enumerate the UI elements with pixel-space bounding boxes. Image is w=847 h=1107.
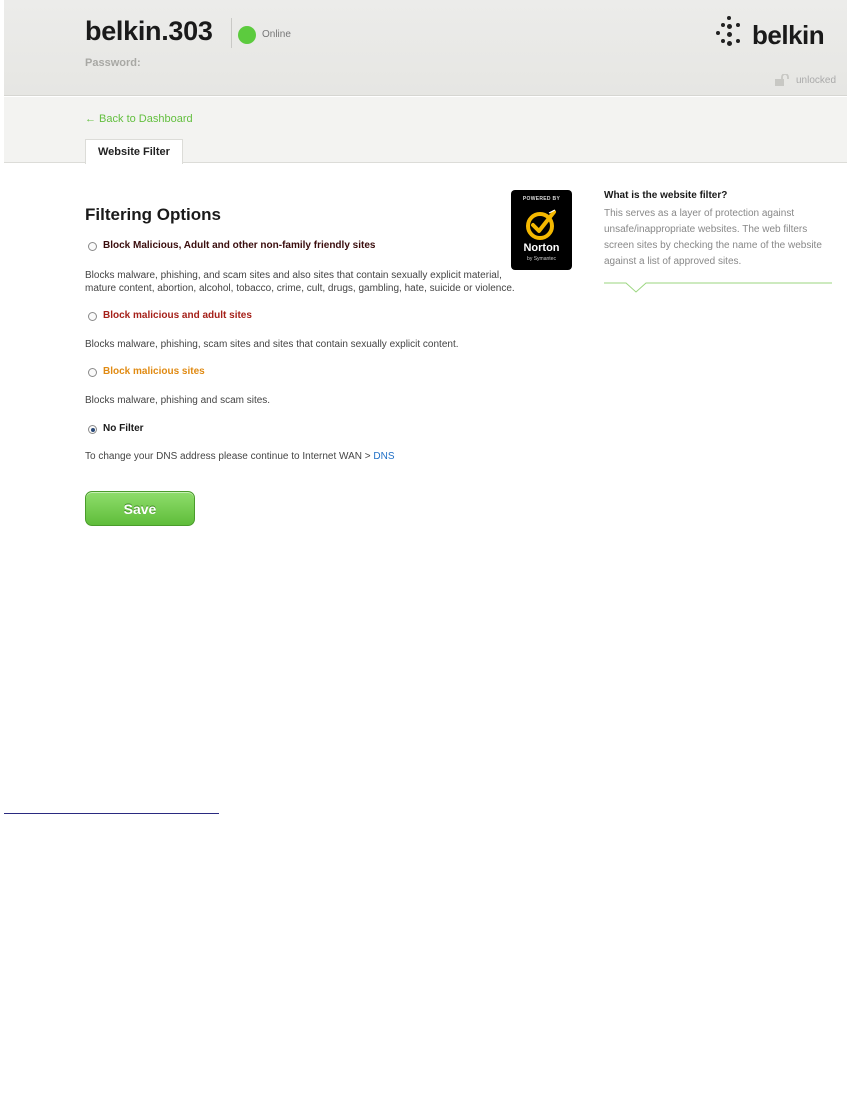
belkin-dots-icon	[716, 16, 742, 50]
radio-button[interactable]	[88, 368, 97, 377]
norton-powered-by: POWERED BY	[522, 196, 561, 202]
norton-name: Norton	[523, 242, 560, 254]
option-label: Block Malicious, Adult and other non-fam…	[103, 240, 376, 251]
help-text: This serves as a layer of protection aga…	[604, 208, 822, 267]
device-name: belkin.303	[85, 16, 213, 46]
belkin-logo: belkin	[716, 16, 836, 50]
option-label: Block malicious and adult sites	[103, 310, 252, 321]
lock-status-text: unlocked	[796, 75, 837, 86]
tab-website-filter[interactable]: Website Filter	[85, 139, 183, 164]
unlock-icon	[775, 74, 789, 86]
password-label: Password:	[85, 57, 141, 69]
option-label: No Filter	[103, 423, 144, 434]
page-title: Filtering Options	[85, 205, 221, 224]
top-header: belkin.303 Online Password: belkin unloc…	[4, 0, 847, 96]
dns-link[interactable]: DNS	[373, 451, 394, 462]
option-description: Blocks malware, phishing, and scam sites…	[85, 270, 515, 294]
option-description: Blocks malware, phishing and scam sites.	[85, 395, 271, 406]
help-title: What is the website filter?	[604, 190, 728, 201]
online-status-text: Online	[262, 29, 291, 40]
radio-button[interactable]	[88, 242, 97, 251]
header-separator	[231, 18, 232, 48]
dns-note: To change your DNS address please contin…	[85, 450, 515, 463]
norton-checkmark-icon	[526, 209, 556, 240]
lock-status[interactable]: unlocked	[774, 74, 837, 88]
footer-rule	[4, 813, 219, 814]
norton-badge: POWERED BY Norton by Symantec	[511, 190, 572, 270]
back-to-dashboard-link[interactable]: ← Back to Dashboard	[85, 113, 193, 125]
option-label: Block malicious sites	[103, 366, 205, 377]
help-divider	[604, 282, 832, 293]
sub-navigation: ← Back to Dashboard Website Filter	[4, 97, 847, 164]
option-description: Blocks malware, phishing, scam sites and…	[85, 339, 459, 350]
online-status-icon	[238, 26, 256, 44]
belkin-wordmark: belkin	[752, 20, 825, 50]
norton-by-symantec: by Symantec	[527, 256, 556, 262]
radio-button[interactable]	[88, 312, 97, 321]
dns-note-text: To change your DNS address please contin…	[85, 451, 374, 462]
radio-button-selected[interactable]	[88, 425, 97, 434]
save-button[interactable]: Save	[85, 491, 195, 526]
